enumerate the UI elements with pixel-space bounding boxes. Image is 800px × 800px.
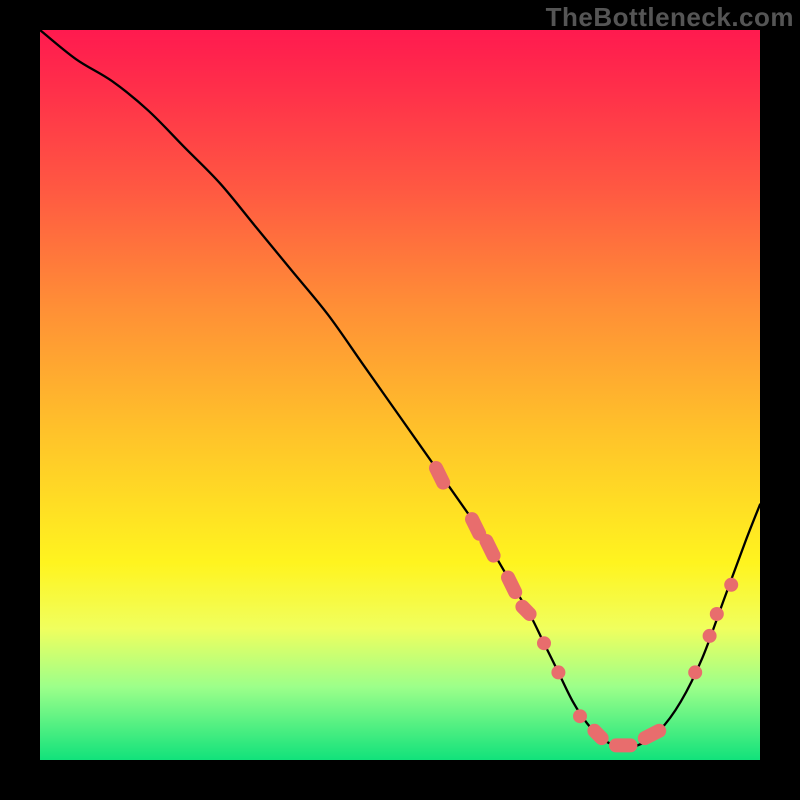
plot-area <box>40 30 760 760</box>
highlight-dash <box>645 731 659 738</box>
highlight-dot <box>710 607 724 621</box>
chart-frame: TheBottleneck.com <box>0 0 800 800</box>
highlight-dash <box>594 731 601 738</box>
highlight-dot <box>688 665 702 679</box>
highlight-dot <box>724 578 738 592</box>
bottleneck-curve <box>40 30 760 747</box>
chart-svg <box>40 30 760 760</box>
highlight-dot <box>537 636 551 650</box>
watermark-text: TheBottleneck.com <box>546 2 794 33</box>
highlight-markers <box>436 468 738 745</box>
highlight-dash <box>508 578 515 593</box>
highlight-dash <box>522 607 529 614</box>
highlight-dash <box>436 468 443 483</box>
highlight-dot <box>573 709 587 723</box>
highlight-dash <box>472 519 479 534</box>
highlight-dash <box>486 541 493 556</box>
highlight-dot <box>551 665 565 679</box>
highlight-dot <box>703 629 717 643</box>
